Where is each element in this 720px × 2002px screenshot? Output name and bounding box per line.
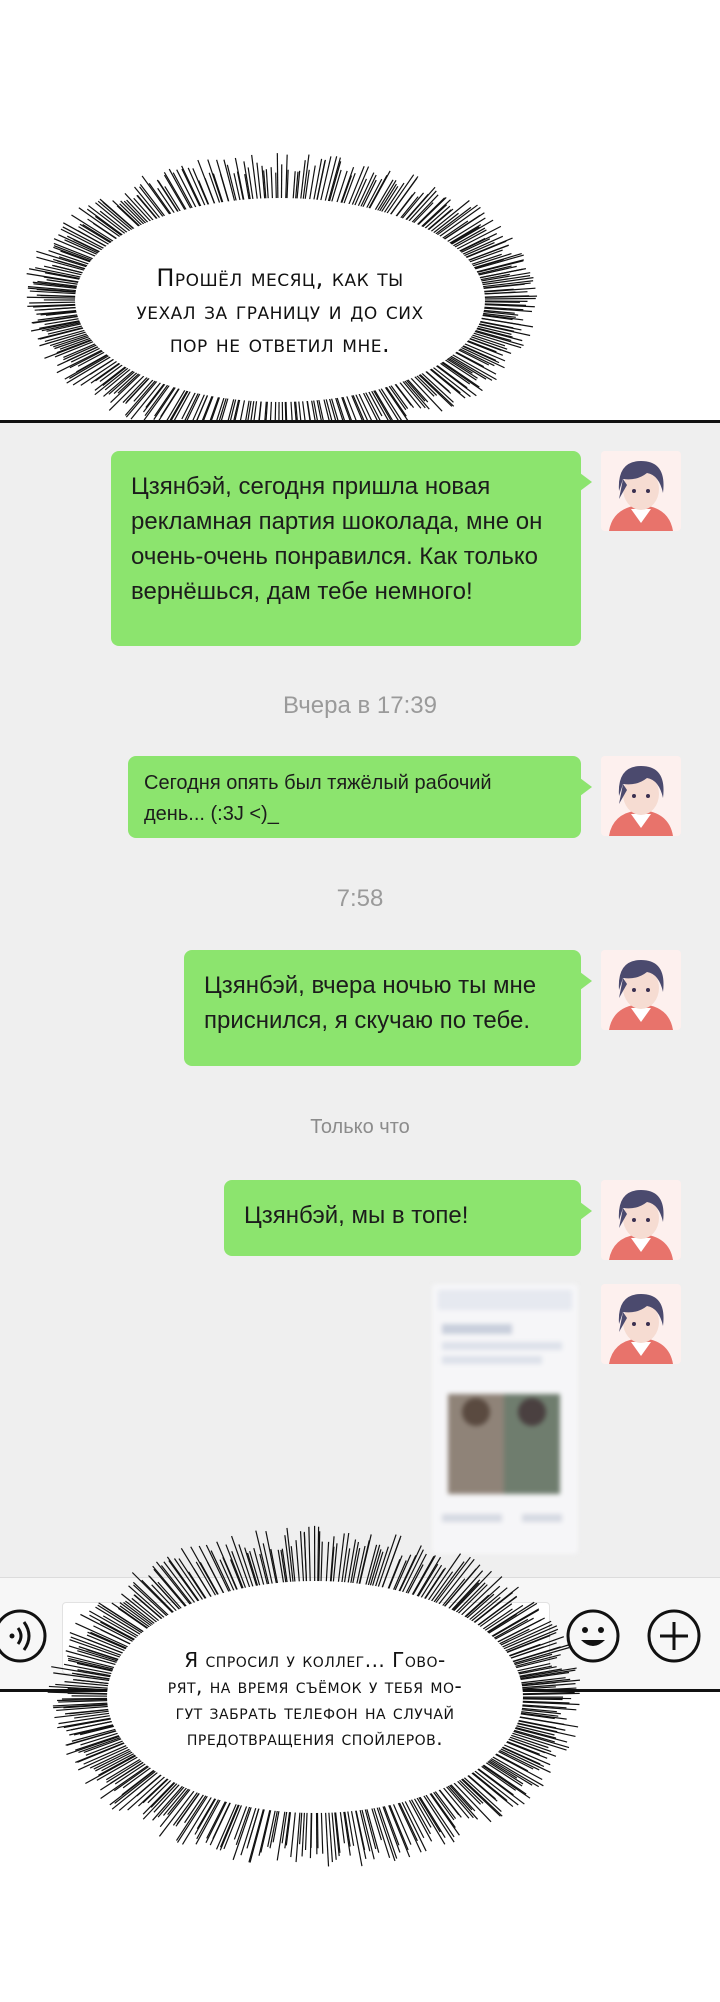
burst-spike — [176, 169, 199, 213]
burst-spike — [320, 1541, 323, 1588]
burst-spike — [325, 1541, 330, 1588]
plus-circle-icon[interactable] — [646, 1608, 702, 1664]
timestamp: Вчера в 17:39 — [283, 692, 437, 719]
burst-spike — [324, 1806, 330, 1867]
burst-spike — [310, 1806, 313, 1848]
burst-spike — [223, 159, 237, 207]
burst-spike — [235, 1801, 253, 1845]
avatar-image — [601, 1284, 681, 1364]
burst-spike — [53, 1672, 116, 1682]
narration-text-bottom: Я спросил у коллег... Гово- рят, на врем… — [167, 1648, 463, 1750]
burst-spike — [290, 1806, 297, 1858]
avatar-image — [601, 950, 681, 1030]
panel-divider — [0, 420, 720, 423]
burst-spike — [61, 1697, 114, 1700]
message-bubble[interactable]: Сегодня опять был тяжёлый рабочий день..… — [128, 756, 592, 838]
burst-spike — [157, 1581, 186, 1614]
burst-spike — [205, 1544, 232, 1598]
burst-spike — [295, 1540, 301, 1588]
timestamp: Только что — [310, 1116, 410, 1138]
timestamp: 7:58 — [336, 885, 384, 912]
burst-spike — [303, 1531, 308, 1588]
burst-spike — [284, 1806, 291, 1849]
burst-spike — [168, 168, 195, 214]
burst-spike — [354, 1804, 366, 1851]
message-bubble[interactable]: Цзянбэй, мы в топе! — [224, 1180, 592, 1256]
burst-spike — [516, 1698, 563, 1701]
avatar-image — [601, 756, 681, 836]
burst-spike — [343, 1805, 351, 1847]
avatar-image — [601, 1180, 681, 1260]
burst-spike — [143, 379, 169, 413]
burst-spike — [308, 1526, 311, 1588]
burst-spike — [316, 1806, 319, 1849]
avatar[interactable] — [601, 1284, 681, 1364]
burst-spike — [181, 165, 204, 212]
burst-spike — [337, 1533, 345, 1588]
burst-spike — [342, 1805, 351, 1856]
burst-spike — [36, 294, 82, 298]
avatar[interactable] — [601, 756, 681, 836]
burst-spike — [192, 168, 211, 211]
image-content — [438, 1290, 572, 1522]
narration-text-top: Прошёл месяц, как ты уехал за границу и … — [136, 264, 424, 358]
burst-spike — [467, 1768, 508, 1802]
burst-spike — [153, 1568, 190, 1612]
burst-spike — [399, 1549, 424, 1598]
blurred-screenshot-image[interactable] — [432, 1284, 578, 1554]
narration-burst-bottom: Я спросил у коллег... Гово- рят, на врем… — [45, 1525, 585, 1870]
burst-spike — [258, 1804, 272, 1856]
burst-spike — [478, 301, 520, 303]
burst-spike — [26, 296, 82, 299]
avatar[interactable] — [601, 451, 681, 531]
burst-spike — [320, 1806, 324, 1854]
burst-spike — [299, 160, 306, 205]
burst-spike — [194, 1793, 220, 1835]
message-bubble[interactable]: Цзянбэй, вчера ночью ты мне приснился, я… — [184, 950, 592, 1066]
burst-spike — [276, 153, 279, 205]
message-bubble[interactable]: Цзянбэй, сегодня пришла новая рекламная … — [111, 451, 592, 646]
voice-icon[interactable] — [0, 1608, 48, 1664]
avatar-image — [601, 451, 681, 531]
burst-spike — [301, 1806, 306, 1857]
burst-spike — [34, 306, 82, 311]
burst-spike — [420, 1790, 455, 1843]
burst-spike — [478, 297, 536, 300]
avatar[interactable] — [601, 1180, 681, 1260]
burst-spike — [29, 301, 82, 304]
narration-burst-top: Прошёл месяц, как ты уехал за границу и … — [20, 150, 540, 450]
burst-spike — [207, 159, 225, 209]
avatar[interactable] — [601, 950, 681, 1030]
burst-spike — [334, 1806, 341, 1853]
burst-spike — [509, 1654, 561, 1669]
burst-spike — [445, 352, 493, 381]
burst-spike — [299, 1531, 305, 1588]
burst-spike — [143, 380, 174, 421]
burst-spike — [304, 1806, 308, 1851]
burst-spike — [373, 1546, 389, 1592]
